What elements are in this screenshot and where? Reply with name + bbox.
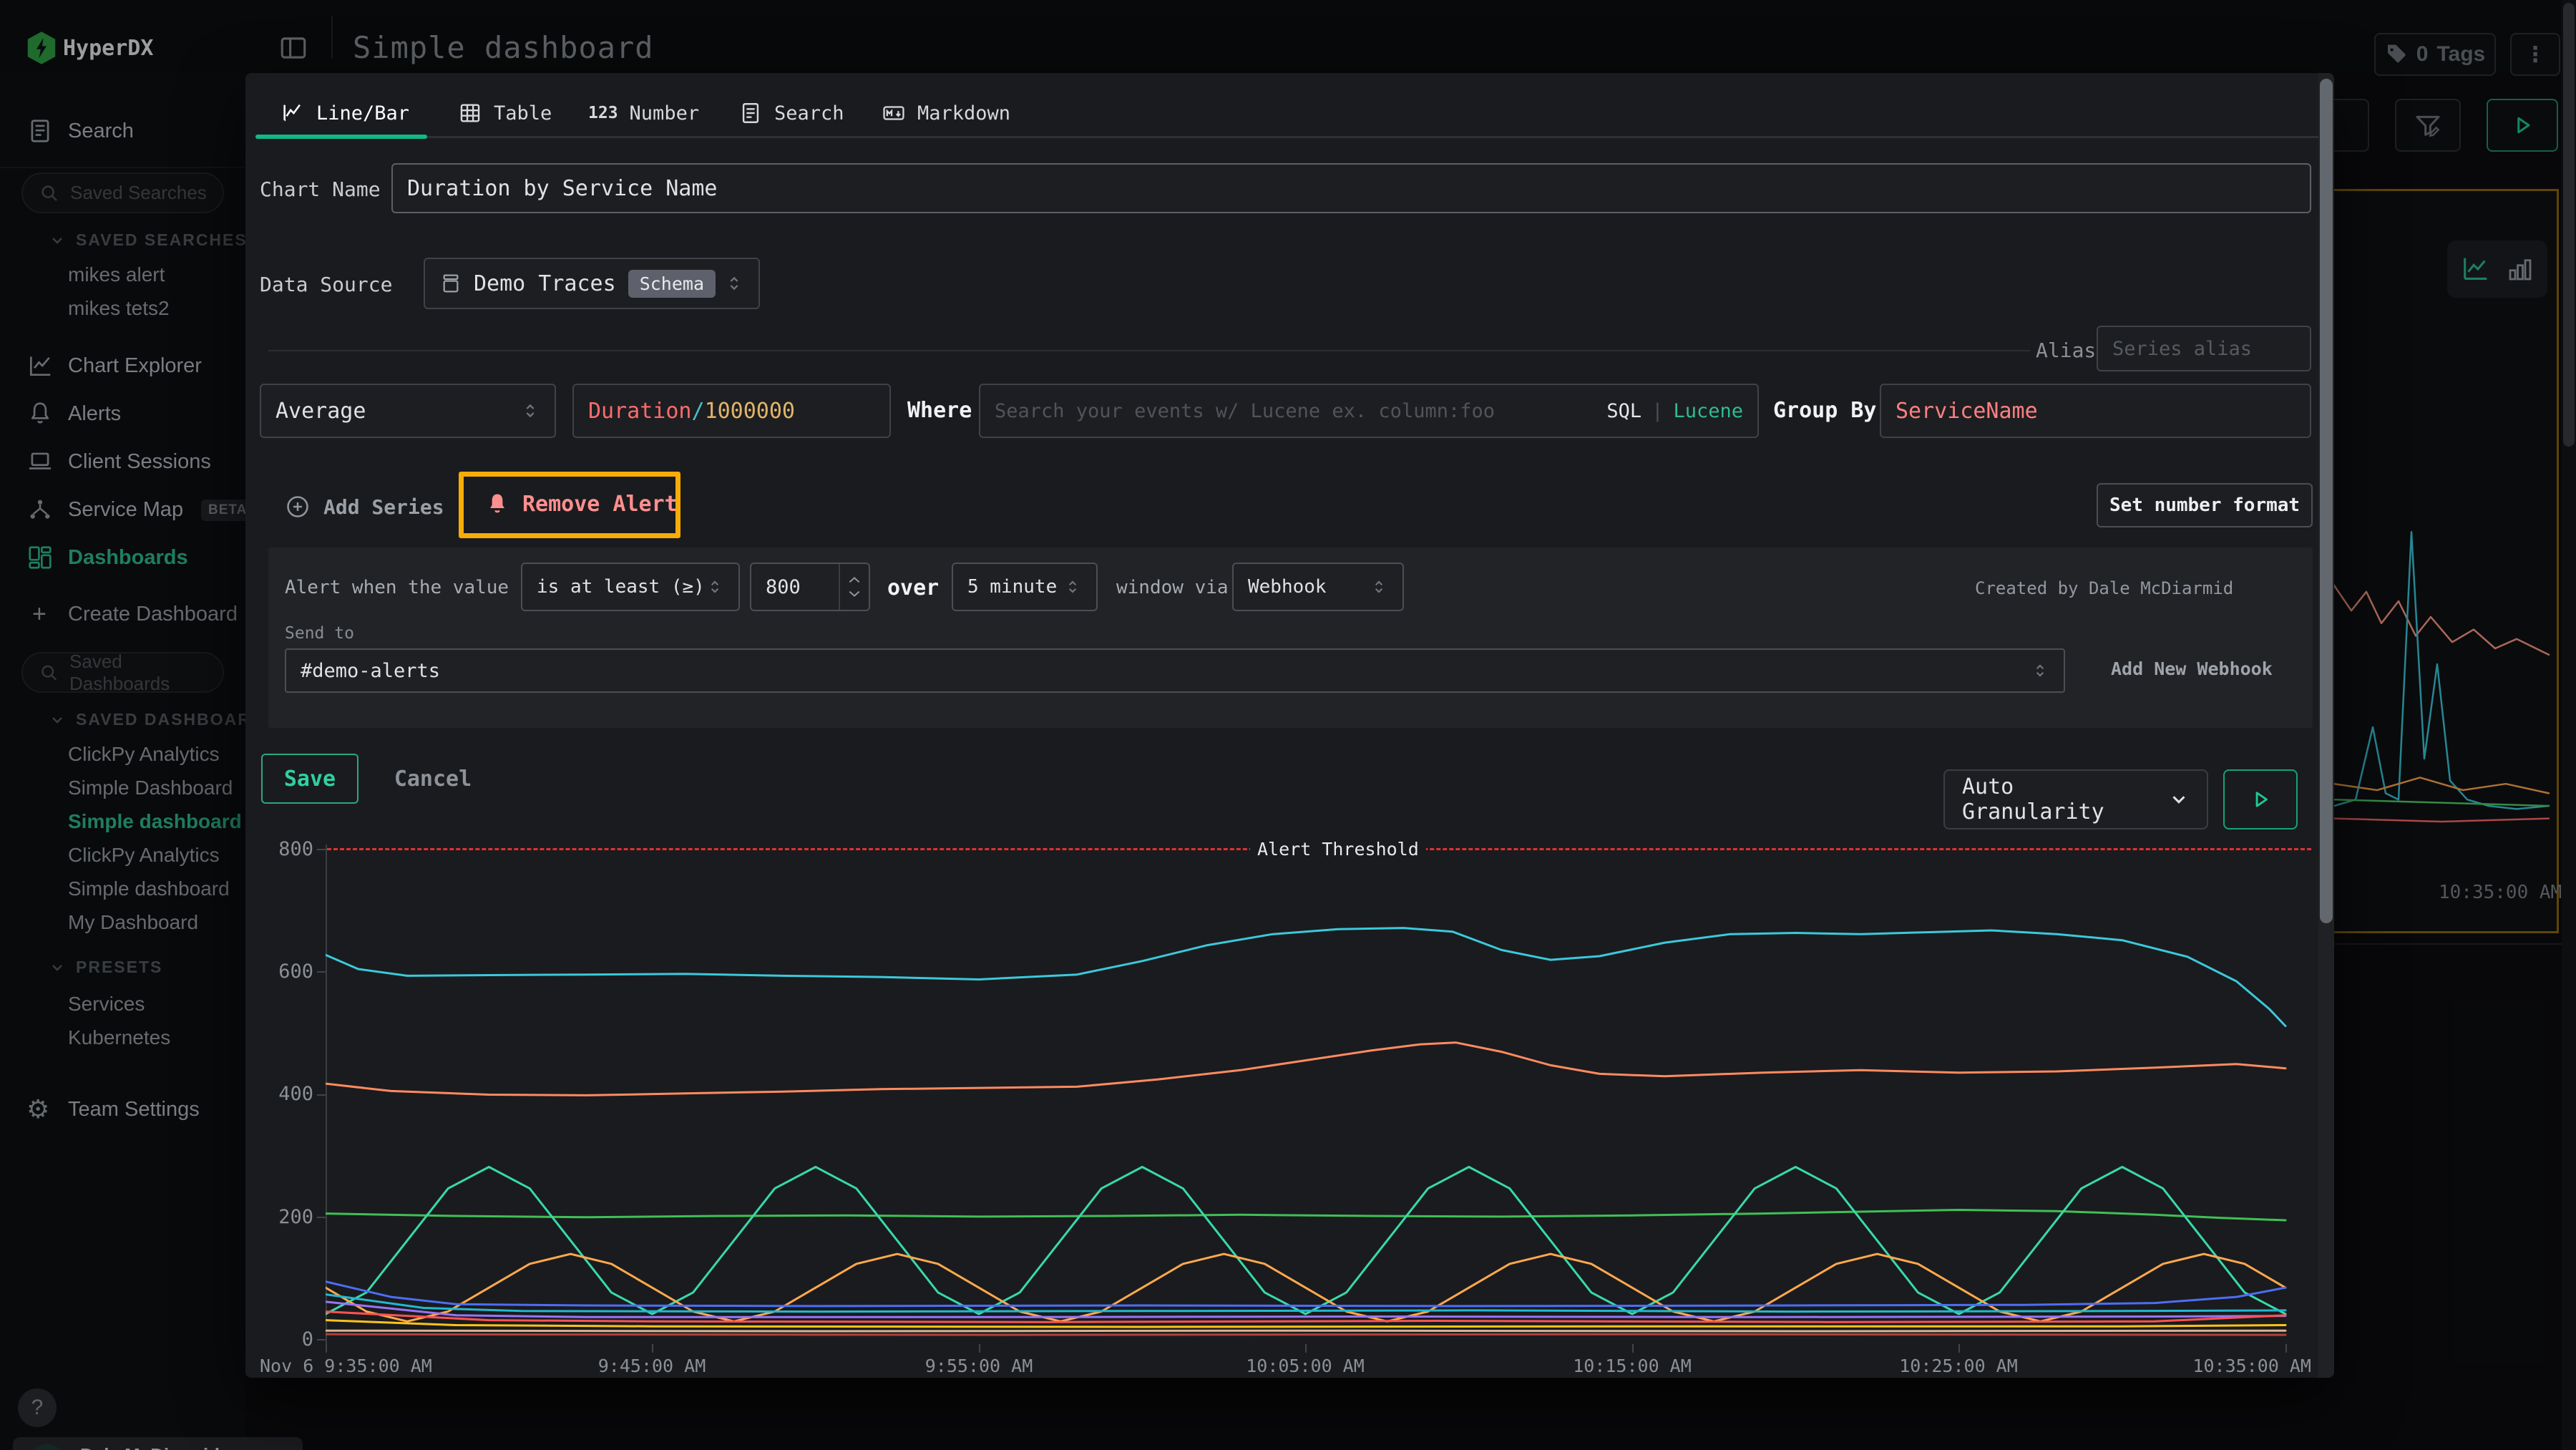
chevron-updown-icon	[706, 578, 724, 596]
granularity-value: Auto Granularity	[1962, 774, 2168, 824]
y-axis-tick-label: 400	[256, 1083, 313, 1105]
tab-line-bar[interactable]: Line/Bar	[280, 93, 409, 133]
window-via-label: window via	[1116, 577, 1229, 598]
save-button[interactable]: Save	[261, 754, 358, 804]
over-label: over	[887, 575, 939, 600]
annotation-highlight-box	[459, 472, 680, 538]
plus-circle-icon	[285, 494, 311, 520]
chevron-down-icon[interactable]	[847, 589, 862, 599]
chart-series-cart-service	[326, 1210, 2285, 1221]
lucene-toggle[interactable]: Lucene	[1673, 400, 1743, 422]
edit-chart-modal: Line/Bar Table 123 Number Search	[0, 0, 2576, 1450]
modal-scrollbar-thumb[interactable]	[2320, 79, 2333, 923]
chart-series-load-generator-wave	[326, 1167, 2285, 1315]
x-axis-tick-label: Nov 6 9:35:00 AM	[260, 1356, 432, 1376]
alias-placeholder: Series alias	[2112, 338, 2252, 360]
alias-label: Alias	[2036, 339, 2096, 362]
add-series-button[interactable]: Add Series	[285, 494, 444, 520]
tab-table[interactable]: Table	[458, 93, 552, 133]
x-axis-tick-label: 9:45:00 AM	[598, 1356, 706, 1376]
tab-number[interactable]: 123 Number	[588, 93, 699, 133]
set-number-format-button[interactable]: Set number format	[2097, 483, 2313, 527]
search-doc-icon	[738, 101, 763, 125]
send-to-value: #demo-alerts	[301, 660, 440, 682]
hyperdx-app: HyperDX Simple dashboard 0 Tags ⋮	[0, 0, 2576, 1450]
field-value: 1000000	[705, 399, 795, 424]
data-source-value: Demo Traces	[474, 271, 616, 296]
where-label: Where	[907, 398, 972, 423]
field-expression-input[interactable]: Duration/1000000	[572, 384, 891, 438]
chevron-updown-icon	[1370, 578, 1388, 596]
cancel-button[interactable]: Cancel	[376, 754, 490, 804]
duration-by-service-chart	[326, 823, 2301, 1353]
alert-prefix-label: Alert when the value	[285, 577, 509, 598]
x-axis-tick-label: 9:55:00 AM	[925, 1356, 1033, 1376]
alert-condition-select[interactable]: is at least (≥)	[521, 563, 740, 611]
chart-series-ad-service	[326, 1282, 2285, 1306]
group-by-input[interactable]: ServiceName	[1880, 384, 2311, 438]
x-axis-tick-label: 10:25:00 AM	[1899, 1356, 2018, 1376]
markdown-icon	[882, 101, 906, 125]
chart-series-quote-service	[326, 1334, 2285, 1335]
field-operator: /	[692, 399, 705, 424]
where-search-input[interactable]: Search your events w/ Lucene ex. column:…	[979, 384, 1759, 438]
alert-channel-select[interactable]: Webhook	[1232, 563, 1404, 611]
alert-threshold-label: Alert Threshold	[1250, 839, 1426, 860]
tab-underline-track	[255, 136, 2318, 138]
chart-name-input[interactable]: Duration by Service Name	[391, 163, 2311, 213]
data-source-select[interactable]: Demo Traces Schema	[424, 258, 760, 309]
y-axis-tick-label: 0	[256, 1328, 313, 1351]
chevron-updown-icon	[1063, 578, 1082, 596]
chart-name-label: Chart Name	[260, 177, 381, 201]
number-123-icon: 123	[588, 104, 618, 122]
chevron-updown-icon	[724, 273, 744, 293]
aggregation-value: Average	[275, 399, 366, 424]
active-tab-underline	[255, 135, 427, 139]
alert-threshold-input[interactable]: 800	[750, 563, 870, 611]
x-axis-tick-label: 10:35:00 AM	[2192, 1356, 2311, 1376]
number-stepper[interactable]	[839, 564, 869, 610]
line-chart-icon	[280, 101, 305, 125]
y-axis-tick-label: 800	[256, 838, 313, 860]
y-axis-tick-label: 200	[256, 1206, 313, 1228]
chevron-down-icon	[2168, 789, 2190, 810]
data-source-label: Data Source	[260, 273, 392, 296]
section-divider	[268, 350, 2030, 351]
x-axis-tick-label: 10:15:00 AM	[1573, 1356, 1692, 1376]
chart-series-shipping-service	[326, 1330, 2285, 1331]
alert-window-select[interactable]: 5 minute	[952, 563, 1098, 611]
chart-series-checkout	[326, 1043, 2285, 1096]
group-by-value: ServiceName	[1896, 399, 2038, 424]
modal-scrollbar[interactable]	[2318, 73, 2334, 1378]
chevron-up-icon[interactable]	[847, 575, 862, 585]
run-chart-button[interactable]	[2223, 769, 2298, 829]
sql-toggle[interactable]: SQL	[1606, 400, 1641, 422]
granularity-select[interactable]: Auto Granularity	[1943, 769, 2208, 829]
chart-series-frontend	[326, 928, 2285, 1026]
created-by-label: Created by Dale McDiarmid	[1975, 578, 2233, 598]
field-name: Duration	[588, 399, 692, 424]
x-axis-tick-label: 10:05:00 AM	[1246, 1356, 1365, 1376]
chevron-updown-icon	[2031, 661, 2049, 680]
chevron-updown-icon	[520, 401, 540, 421]
add-new-webhook-button[interactable]: Add New Webhook	[2111, 658, 2273, 679]
alias-input[interactable]: Series alias	[2097, 326, 2311, 371]
tab-markdown[interactable]: Markdown	[882, 93, 1010, 133]
table-icon	[458, 101, 482, 125]
where-placeholder: Search your events w/ Lucene ex. column:…	[995, 400, 1495, 422]
aggregation-select[interactable]: Average	[260, 384, 556, 438]
play-icon	[2248, 787, 2273, 812]
send-to-select[interactable]: #demo-alerts	[285, 648, 2065, 693]
y-axis-tick-label: 600	[256, 960, 313, 983]
chart-name-value: Duration by Service Name	[407, 176, 717, 201]
schema-badge: Schema	[628, 270, 716, 298]
tab-search[interactable]: Search	[738, 93, 844, 133]
group-by-label: Group By	[1773, 398, 1877, 423]
database-icon	[439, 272, 462, 295]
send-to-label: Send to	[285, 624, 354, 643]
